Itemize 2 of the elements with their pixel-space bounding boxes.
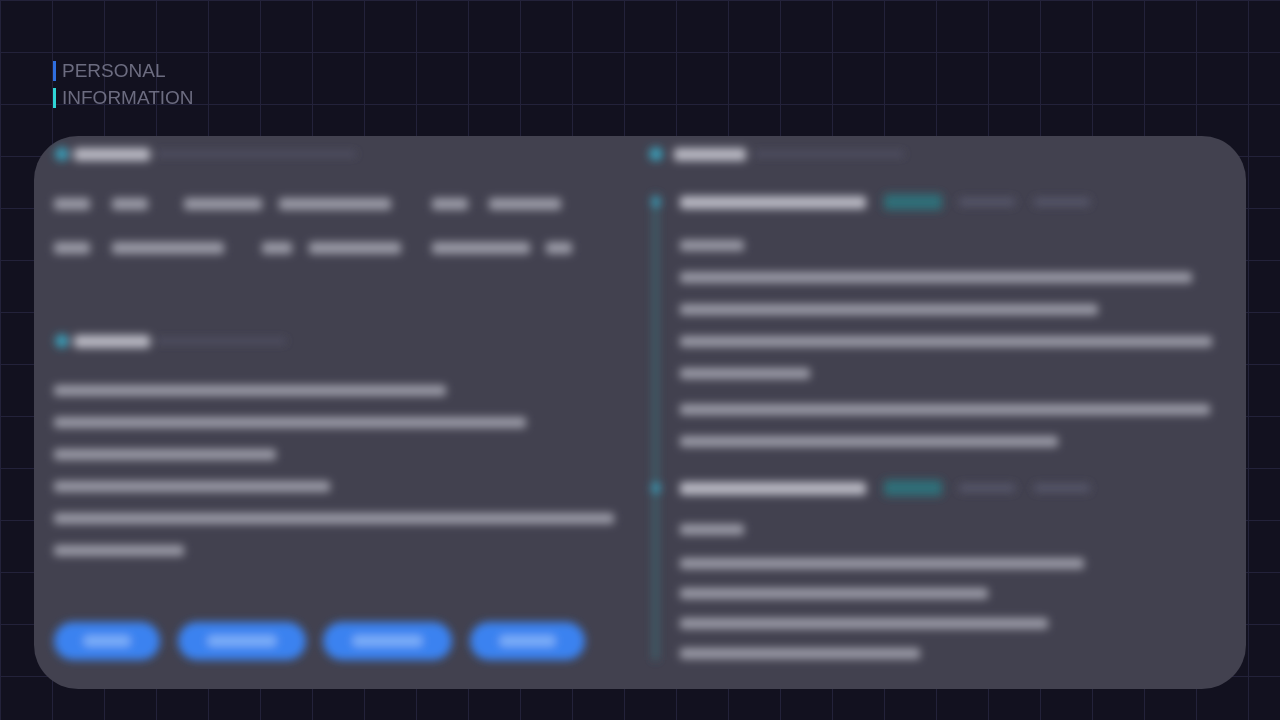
section-heading: INFORMATION <box>62 86 194 110</box>
section-heading: PERSONAL <box>62 59 166 83</box>
